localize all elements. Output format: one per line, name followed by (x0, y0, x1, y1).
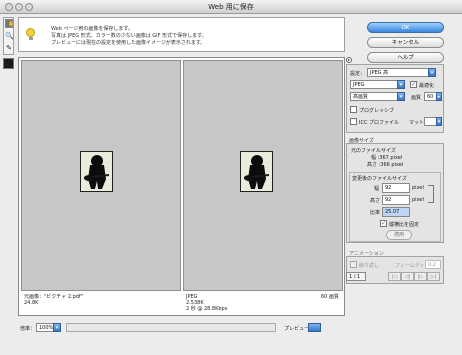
eyedropper-tool-icon[interactable]: ✎ (5, 43, 13, 53)
width-unit: pixel (412, 185, 424, 191)
eyedropper-color-swatch[interactable] (3, 58, 14, 69)
original-filesize: 24.8K (24, 300, 39, 306)
zoom-select[interactable]: 100% (36, 323, 54, 332)
cancel-button[interactable]: キャンセル (367, 37, 444, 48)
link-constraint-icon (428, 185, 434, 203)
quality-label: 画質 (411, 95, 422, 101)
percent-input[interactable]: 25.07 (382, 207, 410, 217)
last-frame-button[interactable]: ▷| (427, 272, 440, 281)
new-size-title: 変更後のファイルサイズ (352, 176, 407, 182)
height-label: 高さ (370, 198, 381, 204)
constrain-checkbox[interactable]: ✓ (380, 220, 387, 227)
info-line: Web ページ用の画像を保存します。 (51, 26, 133, 32)
frame-delay-input[interactable]: 0.2 (425, 260, 441, 269)
optimize-label: 最適化 (419, 83, 435, 89)
window-title: Web 用に保存 (208, 3, 254, 11)
info-line: 写真は JPEG 形式、カラー数の少ない画像は GIF 形式で保存します。 (51, 33, 207, 39)
icc-profile-checkbox[interactable] (350, 118, 357, 125)
preview-browser-button[interactable] (308, 323, 321, 332)
optimized-quality: 60 画質 (321, 294, 339, 300)
zoom-dropdown-icon[interactable]: ▾ (53, 323, 61, 332)
progressive-label: プログレッシブ (359, 108, 395, 114)
original-info: 元画像："ピクチャ 2.pdf" 24.8K (24, 294, 83, 306)
optimized-preview-pane[interactable] (183, 60, 343, 291)
first-frame-button[interactable]: |◁ (388, 272, 401, 281)
progressive-checkbox[interactable] (350, 106, 357, 113)
width-label: 幅 (374, 186, 380, 192)
next-frame-button[interactable]: |▷ (414, 272, 427, 281)
optimize-checkbox[interactable]: ✓ (410, 81, 417, 88)
settings-preset-dropdown-icon[interactable]: ▾ (428, 68, 436, 77)
original-size-title: 元のファイルサイズ (351, 148, 396, 154)
apply-button[interactable]: 適用 (386, 230, 412, 240)
lightbulb-icon (26, 28, 35, 37)
original-height: 高さ :366 pixel (367, 162, 404, 168)
settings-label: 設定： (350, 71, 366, 77)
zoom-label: 倍率： (20, 326, 36, 332)
quality-level-select[interactable]: 高画質 (350, 92, 398, 101)
loop-label: 繰り返し (359, 263, 380, 269)
original-preview-pane[interactable] (21, 60, 181, 291)
new-size-group: 変更後のファイルサイズ 幅 92 pixel 高さ 92 pixel 比率 25… (349, 172, 441, 242)
height-unit: pixel (412, 197, 424, 203)
width-input[interactable]: 92 (382, 183, 410, 193)
hand-tool-icon[interactable]: ✋ (5, 19, 14, 28)
tool-palette: ✋ 🔍 ✎ (3, 17, 14, 55)
optimize-menu-icon[interactable]: ▸ (346, 57, 352, 63)
optimized-image (240, 151, 273, 192)
matte-dropdown-icon[interactable]: ▾ (436, 117, 442, 126)
optimized-info: JPEG 2.538K 2 秒 @ 28.8Kbps (186, 294, 227, 312)
image-size-panel: 元のファイルサイズ 幅 :367 pixel 高さ :366 pixel 変更後… (346, 143, 444, 243)
info-box: Web ページ用の画像を保存します。 写真は JPEG 形式、カラー数の少ない画… (18, 17, 345, 52)
height-input[interactable]: 92 (382, 195, 410, 205)
percent-label: 比率 (370, 210, 381, 216)
format-select[interactable]: JPEG (350, 80, 398, 89)
status-field (66, 323, 276, 332)
ok-button[interactable]: OK (367, 22, 444, 33)
original-image (80, 151, 113, 192)
lightbulb-base (29, 37, 33, 40)
quality-level-dropdown-icon[interactable]: ▾ (397, 92, 405, 101)
help-button[interactable]: ヘルプ (367, 52, 444, 63)
format-dropdown-icon[interactable]: ▾ (397, 80, 405, 89)
loop-checkbox[interactable] (350, 261, 357, 268)
icc-profile-label: ICC プロファイル (359, 120, 400, 126)
frame-counter: 1 / 1 (346, 272, 366, 281)
settings-preset-select[interactable]: JPEG 高 (367, 68, 429, 77)
preview-area: 元画像："ピクチャ 2.pdf" 24.8K JPEG 2.538K 2 秒 @… (18, 57, 345, 316)
original-width: 幅 :367 pixel (371, 155, 403, 161)
info-line: プレビューには現在の設定を使用した画像イメージが表示されます。 (51, 40, 206, 46)
zoom-tool-icon[interactable]: 🔍 (5, 31, 14, 41)
optimized-download-time: 2 秒 @ 28.8Kbps (186, 306, 228, 312)
previous-frame-button[interactable]: ◁| (401, 272, 414, 281)
constrain-label: 縦横比を固定 (389, 222, 420, 228)
settings-panel: 設定： JPEG 高 ▾ JPEG ▾ ✓ 最適化 高画質 ▾ 画質 60 ▸ … (346, 64, 444, 133)
quality-dropdown-icon[interactable]: ▸ (436, 92, 442, 101)
